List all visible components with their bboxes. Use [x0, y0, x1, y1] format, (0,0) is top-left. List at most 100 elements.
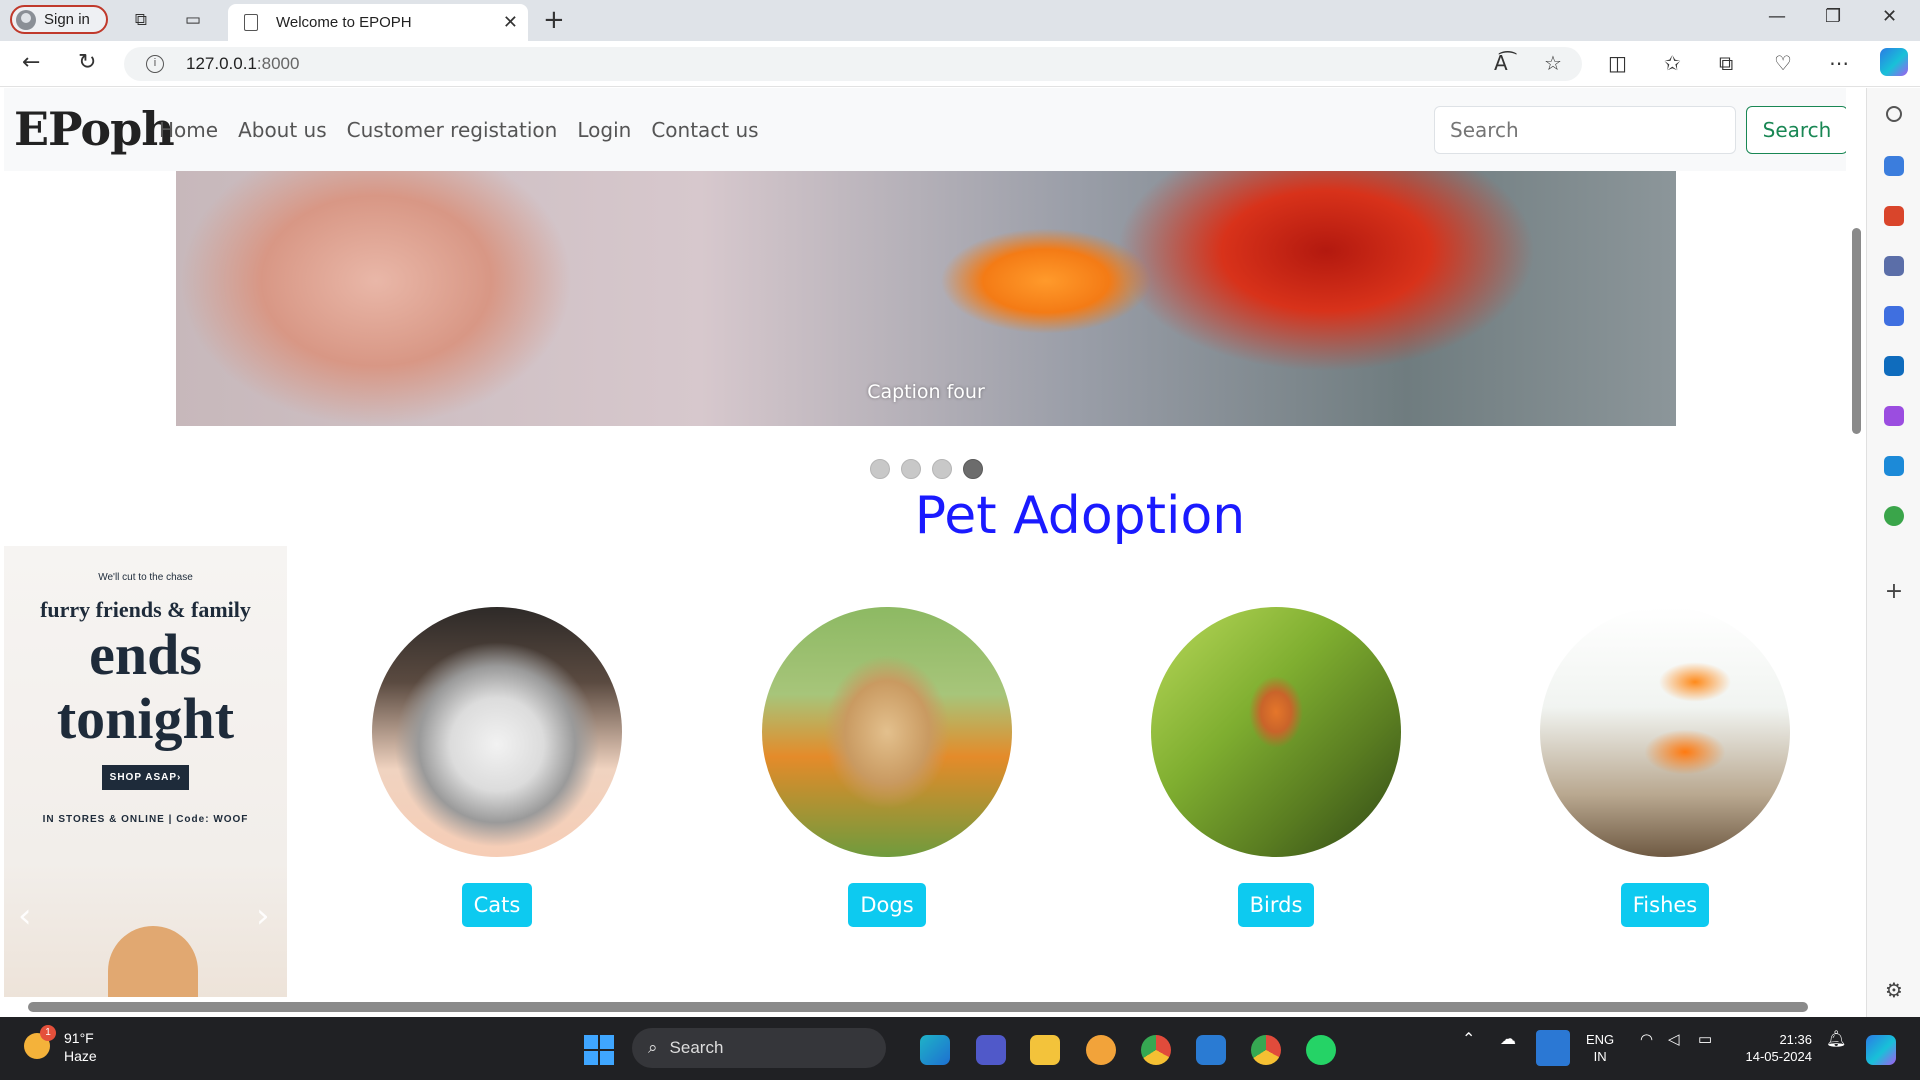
carousel-indicator[interactable]	[870, 459, 890, 479]
collections-icon[interactable]: ⧉	[1719, 51, 1733, 75]
taskbar-search[interactable]: ⌕ Search	[632, 1028, 886, 1068]
back-icon[interactable]: ←	[22, 50, 40, 75]
tray-overflow-icon[interactable]: ⌃	[1462, 1031, 1475, 1048]
microsoft365-icon[interactable]	[1884, 306, 1904, 326]
weather-widget[interactable]: 1 91°F Haze	[24, 1025, 97, 1065]
brand-logo[interactable]: EPoph	[14, 102, 175, 156]
promo-ad[interactable]: We'll cut to the chase furry friends & f…	[4, 546, 287, 997]
file-explorer-icon[interactable]	[1030, 1035, 1060, 1065]
ad-prev-icon[interactable]: ‹	[18, 896, 32, 936]
brave-app-icon[interactable]	[1086, 1035, 1116, 1065]
search-icon[interactable]	[1886, 106, 1902, 122]
nav-registration[interactable]: Customer registation	[347, 118, 558, 142]
address-toolbar: ← ↻ i 127.0.0.1:8000 A͡ ☆ ◫ ✩ ⧉ ♡ ⋯	[0, 41, 1920, 87]
microphone-icon[interactable]	[1536, 1030, 1570, 1066]
clock[interactable]: 21:36 14-05-2024	[1736, 1031, 1813, 1065]
pet-card-dogs: Dogs	[762, 607, 1012, 927]
nav-about[interactable]: About us	[238, 118, 327, 142]
onedrive-icon[interactable]: ☁	[1500, 1031, 1516, 1048]
edge-app-icon[interactable]	[920, 1035, 950, 1065]
browser-essentials-icon[interactable]: ♡	[1774, 51, 1792, 75]
pet-card-fishes: Fishes	[1540, 607, 1790, 927]
read-aloud-icon[interactable]: A͡	[1494, 51, 1508, 75]
new-tab-icon[interactable]: +	[543, 5, 565, 35]
horizontal-scroll-thumb[interactable]	[28, 1002, 1808, 1012]
dogs-button[interactable]: Dogs	[848, 883, 926, 927]
vscode-app-icon[interactable]	[1196, 1035, 1226, 1065]
birds-button[interactable]: Birds	[1237, 883, 1315, 927]
language-indicator[interactable]: ENG IN	[1586, 1031, 1614, 1065]
nav-contact[interactable]: Contact us	[651, 118, 758, 142]
chrome-app-icon[interactable]	[1141, 1035, 1171, 1065]
more-icon[interactable]: ⋯	[1829, 51, 1849, 75]
vertical-scrollbar[interactable]	[1846, 88, 1866, 1005]
ad-tagline: We'll cut to the chase	[98, 572, 193, 583]
cats-button[interactable]: Cats	[461, 883, 533, 927]
whatsapp-app-icon[interactable]	[1306, 1035, 1336, 1065]
vertical-scroll-thumb[interactable]	[1852, 228, 1861, 434]
carousel-indicator[interactable]	[901, 459, 921, 479]
volume-icon[interactable]: ◁	[1668, 1031, 1680, 1048]
ad-headline-1: ends	[89, 622, 202, 687]
add-icon[interactable]: +	[1884, 581, 1904, 603]
tree-icon[interactable]	[1884, 506, 1904, 526]
refresh-icon[interactable]: ↻	[78, 50, 96, 75]
dog-image	[762, 607, 1012, 857]
browser-tab[interactable]: Welcome to EPOPH ✕	[228, 4, 528, 41]
search-button[interactable]: Search	[1746, 106, 1846, 154]
horizontal-scrollbar[interactable]	[4, 997, 1846, 1017]
close-window-icon[interactable]: ✕	[1882, 6, 1897, 27]
workspaces-icon[interactable]: ⧉	[130, 10, 152, 30]
ad-footer: IN STORES & ONLINE | Code: WOOF	[42, 814, 249, 825]
close-tab-icon[interactable]: ✕	[503, 12, 518, 33]
notification-badge: 1	[40, 1025, 56, 1041]
outlook-icon[interactable]	[1884, 356, 1904, 376]
profile-label: Sign in	[44, 11, 90, 28]
ad-subtitle: furry friends & family	[40, 597, 251, 622]
web-page: EPoph Home About us Customer registation…	[4, 88, 1846, 997]
fishes-button[interactable]: Fishes	[1620, 883, 1710, 927]
designer-icon[interactable]	[1884, 406, 1904, 426]
address-field[interactable]: i 127.0.0.1:8000	[124, 47, 1582, 81]
nav-login[interactable]: Login	[577, 118, 631, 142]
favorite-star-icon[interactable]: ☆	[1544, 51, 1562, 75]
tools-icon[interactable]	[1884, 206, 1904, 226]
minimize-icon[interactable]: —	[1768, 6, 1786, 27]
carousel-indicators	[870, 459, 983, 479]
carousel-caption: Caption four	[867, 381, 985, 403]
carousel-indicator-active[interactable]	[963, 459, 983, 479]
copilot-icon[interactable]	[1880, 48, 1908, 76]
cat-image	[372, 607, 622, 857]
site-navbar: EPoph Home About us Customer registation…	[4, 88, 1846, 171]
tab-actions-icon[interactable]: ▭	[182, 10, 204, 30]
site-info-icon[interactable]: i	[146, 55, 164, 73]
games-icon[interactable]	[1884, 256, 1904, 276]
url-port: :8000	[256, 54, 300, 73]
nav-links: Home About us Customer registation Login…	[159, 118, 759, 142]
profile-button[interactable]: Sign in	[10, 5, 108, 34]
ad-next-icon[interactable]: ›	[256, 896, 270, 936]
notification-bell-icon[interactable]: 🔔︎	[1826, 1031, 1846, 1048]
lang-bottom: IN	[1593, 1049, 1607, 1064]
teams-app-icon[interactable]	[976, 1035, 1006, 1065]
chrome-profile-app-icon[interactable]	[1251, 1035, 1281, 1065]
favorites-icon[interactable]: ✩	[1664, 51, 1681, 75]
send-icon[interactable]	[1884, 456, 1904, 476]
weather-temp: 91°F	[64, 1030, 94, 1046]
nav-home[interactable]: Home	[159, 118, 218, 142]
pet-card-birds: Birds	[1151, 607, 1401, 927]
restore-icon[interactable]: ❐	[1825, 6, 1841, 27]
shopping-tag-icon[interactable]	[1884, 156, 1904, 176]
windows-start-icon[interactable]	[584, 1035, 614, 1065]
battery-icon[interactable]: ▭	[1698, 1031, 1712, 1048]
carousel-indicator[interactable]	[932, 459, 952, 479]
split-screen-icon[interactable]: ◫	[1608, 51, 1627, 75]
browser-titlebar: Sign in ⧉ ▭ Welcome to EPOPH ✕ + — ❐ ✕	[0, 0, 1920, 41]
page-icon	[244, 14, 258, 31]
hero-carousel[interactable]: Caption four	[176, 171, 1676, 426]
search-input[interactable]	[1434, 106, 1736, 154]
ad-shop-button[interactable]: SHOP ASAP›	[101, 765, 190, 790]
settings-gear-icon[interactable]: ⚙	[1884, 980, 1904, 1000]
copilot-taskbar-icon[interactable]	[1866, 1035, 1896, 1065]
wifi-icon[interactable]: ◠	[1640, 1031, 1653, 1048]
